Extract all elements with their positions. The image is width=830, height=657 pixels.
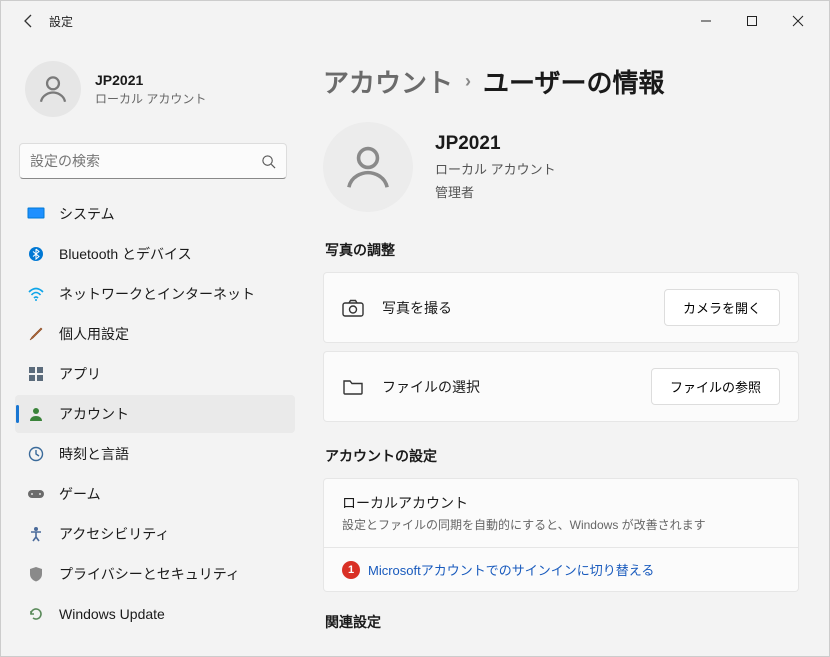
chevron-right-icon: › xyxy=(465,71,471,92)
sidebar-item-label: プライバシーとセキュリティ xyxy=(59,564,240,584)
sidebar-item-network[interactable]: ネットワークとインターネット xyxy=(15,275,295,313)
sidebar-item-privacy[interactable]: プライバシーとセキュリティ xyxy=(15,555,295,593)
brush-icon xyxy=(27,325,45,343)
sidebar: JP2021 ローカル アカウント システム Bluetooth とデバイス xyxy=(1,41,301,656)
close-button[interactable] xyxy=(775,5,821,37)
accessibility-icon xyxy=(27,525,45,543)
choose-file-label: ファイルの選択 xyxy=(382,377,633,397)
local-account-title: ローカルアカウント xyxy=(342,493,780,513)
sidebar-item-label: アカウント xyxy=(59,404,129,424)
user-account-type: ローカル アカウント xyxy=(435,159,556,178)
maximize-button[interactable] xyxy=(729,5,775,37)
sidebar-item-label: アクセシビリティ xyxy=(59,524,169,544)
profile-block[interactable]: JP2021 ローカル アカウント xyxy=(15,51,295,137)
search-input[interactable] xyxy=(30,153,261,169)
sidebar-item-label: 個人用設定 xyxy=(59,324,129,344)
titlebar: 設定 xyxy=(1,1,829,41)
breadcrumb-parent[interactable]: アカウント xyxy=(323,63,453,100)
breadcrumb: アカウント › ユーザーの情報 xyxy=(323,63,799,100)
window-title: 設定 xyxy=(49,13,73,30)
update-icon xyxy=(27,605,45,623)
sidebar-item-bluetooth[interactable]: Bluetooth とデバイス xyxy=(15,235,295,273)
annotation-badge: 1 xyxy=(342,561,360,579)
camera-icon xyxy=(342,297,364,319)
open-camera-button[interactable]: カメラを開く xyxy=(664,289,780,326)
network-icon xyxy=(27,285,45,303)
bluetooth-icon xyxy=(27,245,45,263)
minimize-button[interactable] xyxy=(683,5,729,37)
user-name: JP2021 xyxy=(435,133,556,155)
gaming-icon xyxy=(27,485,45,503)
folder-icon xyxy=(342,376,364,398)
nav-list: システム Bluetooth とデバイス ネットワークとインターネット 個人用設… xyxy=(15,195,295,633)
sidebar-item-system[interactable]: システム xyxy=(15,195,295,233)
sidebar-item-time-language[interactable]: 時刻と言語 xyxy=(15,435,295,473)
choose-file-row: ファイルの選択 ファイルの参照 xyxy=(323,351,799,422)
person-icon xyxy=(27,405,45,423)
sidebar-item-label: システム xyxy=(59,204,115,224)
sidebar-item-personalization[interactable]: 個人用設定 xyxy=(15,315,295,353)
sidebar-item-windows-update[interactable]: Windows Update xyxy=(15,595,295,633)
sidebar-item-accessibility[interactable]: アクセシビリティ xyxy=(15,515,295,553)
sidebar-item-apps[interactable]: アプリ xyxy=(15,355,295,393)
sidebar-item-label: アプリ xyxy=(59,364,101,384)
switch-account-link-row[interactable]: 1 Microsoftアカウントでのサインインに切り替える xyxy=(323,548,799,592)
section-account-label: アカウントの設定 xyxy=(325,446,799,466)
browse-file-button[interactable]: ファイルの参照 xyxy=(651,368,780,405)
take-photo-row: 写真を撮る カメラを開く xyxy=(323,272,799,343)
apps-icon xyxy=(27,365,45,383)
sidebar-item-label: Bluetooth とデバイス xyxy=(59,244,192,264)
back-button[interactable] xyxy=(21,13,37,29)
profile-sub: ローカル アカウント xyxy=(95,90,206,107)
user-role: 管理者 xyxy=(435,182,556,201)
sidebar-item-label: 時刻と言語 xyxy=(59,444,129,464)
switch-account-link[interactable]: Microsoftアカウントでのサインインに切り替える xyxy=(368,560,654,579)
section-related-label: 関連設定 xyxy=(325,612,799,632)
shield-icon xyxy=(27,565,45,583)
search-box[interactable] xyxy=(19,143,287,179)
sidebar-item-label: Windows Update xyxy=(59,606,165,622)
user-info-block: JP2021 ローカル アカウント 管理者 xyxy=(323,122,799,212)
page-title: ユーザーの情報 xyxy=(483,63,664,100)
section-photo-label: 写真の調整 xyxy=(325,240,799,260)
system-icon xyxy=(27,205,45,223)
avatar xyxy=(25,61,81,117)
local-account-sub: 設定とファイルの同期を自動的にすると、Windows が改善されます xyxy=(342,516,780,533)
clock-globe-icon xyxy=(27,445,45,463)
sidebar-item-label: ゲーム xyxy=(59,484,101,504)
sidebar-item-gaming[interactable]: ゲーム xyxy=(15,475,295,513)
profile-name: JP2021 xyxy=(95,72,206,88)
sidebar-item-accounts[interactable]: アカウント xyxy=(15,395,295,433)
local-account-row: ローカルアカウント 設定とファイルの同期を自動的にすると、Windows が改善… xyxy=(323,478,799,548)
sidebar-item-label: ネットワークとインターネット xyxy=(59,284,255,304)
search-icon xyxy=(261,154,276,169)
avatar-large xyxy=(323,122,413,212)
take-photo-label: 写真を撮る xyxy=(382,298,646,318)
main-content: アカウント › ユーザーの情報 JP2021 ローカル アカウント 管理者 写真… xyxy=(301,41,829,656)
